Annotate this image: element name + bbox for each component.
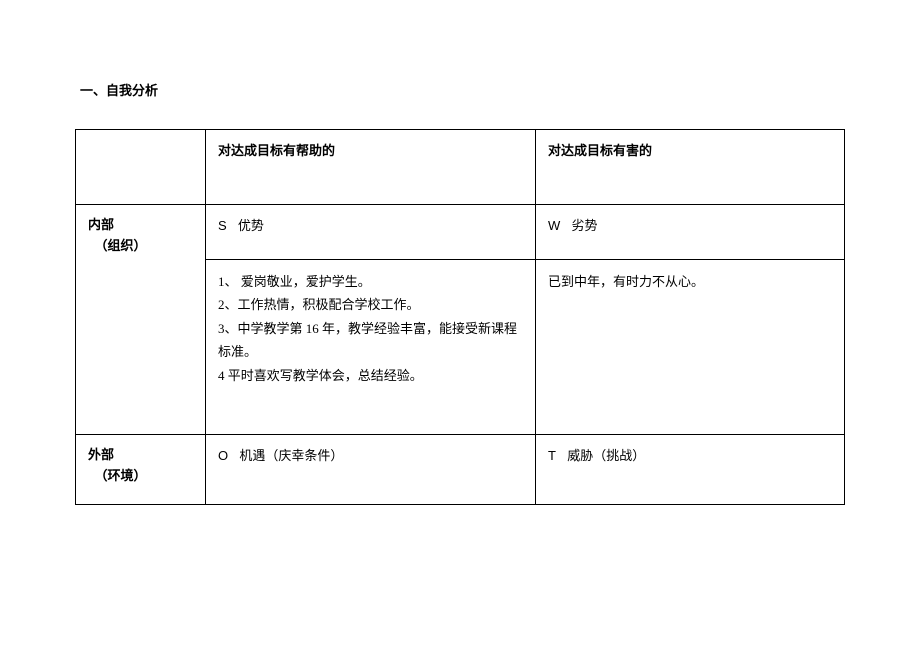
internal-label-row: 内部 （组织） S 优势 W 劣势 — [76, 205, 845, 260]
external-line1: 外部 — [88, 447, 114, 462]
strengths-content: 1、 爱岗敬业，爱护学生。 2、工作热情，积极配合学校工作。 3、中学教学第 1… — [206, 260, 536, 435]
header-empty-cell — [76, 130, 206, 205]
external-label-cell: 外部 （环境） — [76, 435, 206, 505]
w-letter: W — [548, 218, 560, 233]
external-label-row: 外部 （环境） O 机遇（庆幸条件） T 威胁（挑战） — [76, 435, 845, 505]
header-harmful: 对达成目标有害的 — [536, 130, 845, 205]
internal-line1: 内部 — [88, 217, 114, 232]
external-line2: （环境） — [95, 468, 147, 483]
s-label: 优势 — [238, 218, 264, 233]
section-title: 一、自我分析 — [80, 80, 845, 99]
t-label: 威胁（挑战） — [567, 448, 645, 463]
o-letter: O — [218, 448, 228, 463]
header-row: 对达成目标有帮助的 对达成目标有害的 — [76, 130, 845, 205]
s-letter: S — [218, 218, 227, 233]
t-letter: T — [548, 448, 556, 463]
internal-label-cell: 内部 （组织） — [76, 205, 206, 435]
threats-label-cell: T 威胁（挑战） — [536, 435, 845, 505]
o-label: 机遇（庆幸条件） — [239, 448, 343, 463]
strengths-label-cell: S 优势 — [206, 205, 536, 260]
weaknesses-content: 已到中年，有时力不从心。 — [536, 260, 845, 435]
header-helpful: 对达成目标有帮助的 — [206, 130, 536, 205]
swot-table: 对达成目标有帮助的 对达成目标有害的 内部 （组织） S 优势 W 劣势 1、 … — [75, 129, 845, 505]
internal-line2: （组织） — [95, 238, 147, 253]
weaknesses-label-cell: W 劣势 — [536, 205, 845, 260]
opportunities-label-cell: O 机遇（庆幸条件） — [206, 435, 536, 505]
w-label: 劣势 — [572, 218, 598, 233]
